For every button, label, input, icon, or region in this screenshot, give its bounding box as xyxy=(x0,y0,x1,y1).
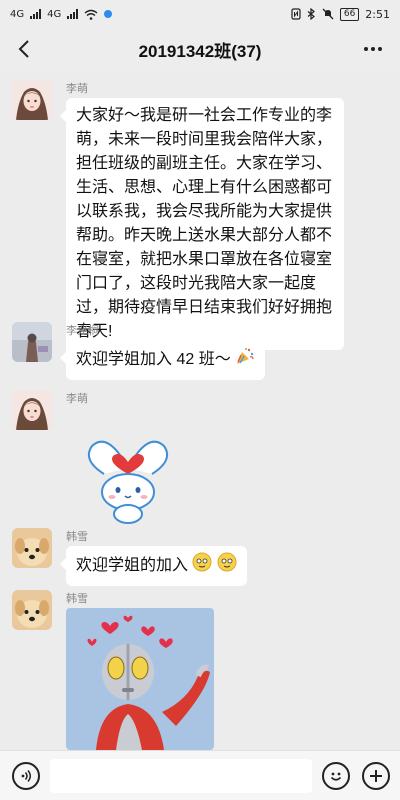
smiling-face-icon xyxy=(192,552,212,580)
wifi-icon xyxy=(84,9,98,20)
more-options-button[interactable] xyxy=(360,38,386,60)
message-text: 欢迎学姐加入 42 班～ xyxy=(76,351,231,369)
smiling-face-icon xyxy=(217,552,237,580)
voice-icon xyxy=(21,770,31,782)
sender-name: 韩雪 xyxy=(66,592,88,605)
back-button[interactable] xyxy=(10,36,38,62)
emoji-icon xyxy=(330,772,342,781)
chevron-left-icon xyxy=(18,40,29,58)
signal-2-bars-icon xyxy=(67,9,79,19)
message-bubble[interactable]: 欢迎学姐加入 42 班～ xyxy=(59,340,266,380)
sender-name: 李萌 xyxy=(66,392,88,405)
app-indicator-icon xyxy=(104,10,113,18)
voice-button[interactable] xyxy=(12,762,40,790)
chat-title: 20191342班(37) xyxy=(138,41,262,61)
mute-icon xyxy=(322,8,334,20)
message-input-bar xyxy=(0,750,400,800)
clock-time: 2:51 xyxy=(365,7,390,21)
plus-icon xyxy=(370,770,382,782)
cinnamoroll-heart-sticker-icon[interactable] xyxy=(78,426,178,526)
message-item: 韩雪 欢迎学姐的加入 xyxy=(12,528,388,588)
chat-header: 20191342班(37) xyxy=(0,28,400,70)
chat-messages[interactable]: 李萌 大家好～我是研一社会工作专业的李萌，未来一段时间里我会陪伴大家，担任班级的… xyxy=(0,70,400,750)
message-item: 李萌 xyxy=(12,390,388,530)
message-bubble[interactable]: 欢迎学姐的加入 xyxy=(60,546,247,586)
message-bubble[interactable]: 大家好～我是研一社会工作专业的李萌，未来一段时间里我会陪伴大家，担任班级的副班主… xyxy=(60,98,344,350)
status-left: 4G 4G xyxy=(10,8,113,20)
avatar[interactable] xyxy=(12,528,52,568)
bluetooth-icon xyxy=(307,8,315,20)
ultraman-hearts-sticker-icon[interactable] xyxy=(66,608,214,750)
signal-1-bars-icon xyxy=(30,9,42,19)
avatar[interactable] xyxy=(12,590,52,630)
party-popper-icon xyxy=(235,346,255,374)
message-item: 李兆桐 欢迎学姐加入 42 班～ xyxy=(12,322,388,382)
battery-icon: 66 xyxy=(339,7,360,21)
nfc-icon xyxy=(291,8,301,20)
more-dot-icon xyxy=(378,47,382,51)
avatar[interactable] xyxy=(12,80,52,120)
sender-name: 韩雪 xyxy=(66,530,88,543)
more-dot-icon xyxy=(364,47,368,51)
avatar[interactable] xyxy=(12,390,52,430)
message-item: 李萌 大家好～我是研一社会工作专业的李萌，未来一段时间里我会陪伴大家，担任班级的… xyxy=(12,80,388,350)
status-bar: 4G 4G 66 2:51 xyxy=(0,0,400,28)
message-input[interactable] xyxy=(50,759,312,793)
plus-button[interactable] xyxy=(362,762,390,790)
sender-name: 李兆桐 xyxy=(66,324,99,337)
signal-1-label: 4G xyxy=(10,8,25,20)
status-right: 66 2:51 xyxy=(291,7,390,21)
sender-name: 李萌 xyxy=(66,82,88,95)
emoji-button[interactable] xyxy=(322,762,350,790)
avatar[interactable] xyxy=(12,322,52,362)
message-item: 韩雪 xyxy=(12,590,388,750)
message-text: 欢迎学姐的加入 xyxy=(76,557,189,575)
more-dot-icon xyxy=(371,47,375,51)
signal-2-label: 4G xyxy=(47,8,62,20)
